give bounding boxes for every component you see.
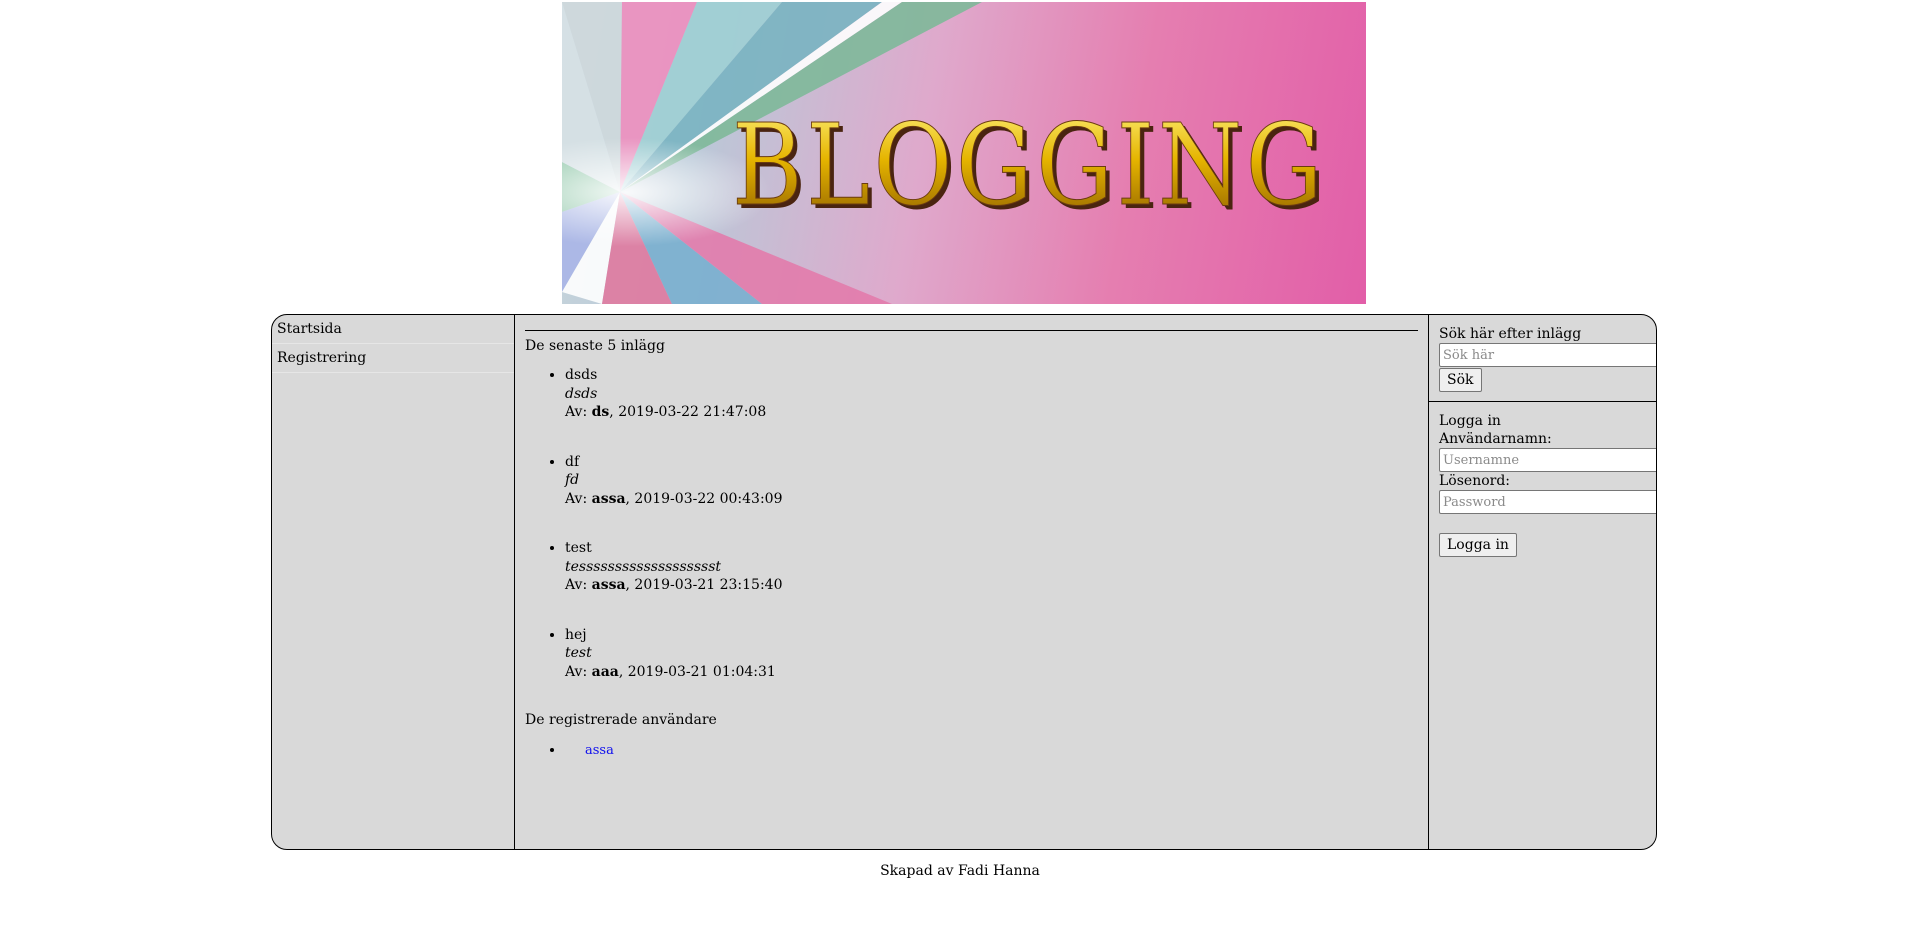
user-link[interactable]: assa: [585, 743, 614, 758]
post-author: assa: [591, 577, 626, 593]
password-input[interactable]: [1439, 490, 1656, 514]
login-spacer: [1439, 514, 1646, 532]
post-author: ds: [591, 404, 610, 420]
search-label: Sök här efter inlägg: [1439, 326, 1582, 342]
post-title: dsds: [565, 367, 598, 383]
footer-credit: Skapad av Fadi Hanna: [880, 863, 1040, 879]
blog-banner-image: BLOGGING BLOGGING: [562, 2, 1366, 304]
users-list: assa: [525, 740, 1418, 761]
post-date: , 2019-03-22 00:43:09: [625, 490, 783, 507]
page: BLOGGING BLOGGING Startsida Registrering…: [0, 0, 1920, 929]
post-item: hej test Av: aaa, 2019-03-21 01:04:31: [565, 626, 1418, 682]
post-title: df: [565, 453, 580, 470]
post-body: test: [565, 645, 592, 661]
login-title: Logga in: [1439, 413, 1501, 429]
post-author: aaa: [591, 663, 619, 680]
posts-list: dsds dsds Av: ds, 2019-03-22 21:47:08 df…: [525, 366, 1418, 681]
username-input[interactable]: [1439, 448, 1656, 472]
banner-title: BLOGGING: [732, 101, 1326, 231]
post-author: assa: [591, 490, 626, 507]
post-date: , 2019-03-21 23:15:40: [625, 577, 783, 593]
post-date: , 2019-03-21 01:04:31: [618, 663, 776, 680]
post-item: df fd Av: assa, 2019-03-22 00:43:09: [565, 453, 1418, 509]
content-divider: [525, 330, 1418, 331]
main-content: De senaste 5 inlägg dsds dsds Av: ds, 20…: [515, 315, 1429, 849]
main-container: Startsida Registrering De senaste 5 inlä…: [271, 314, 1657, 850]
post-by-prefix: Av:: [565, 490, 592, 507]
password-label: Lösenord:: [1439, 473, 1511, 489]
post-meta: Av: assa, 2019-03-22 00:43:09: [565, 490, 1418, 509]
nav-item-startsida[interactable]: Startsida: [272, 315, 514, 344]
search-input[interactable]: [1439, 343, 1656, 367]
post-by-prefix: Av:: [565, 404, 592, 420]
post-meta: Av: ds, 2019-03-22 21:47:08: [565, 403, 1418, 422]
post-body: tessssssssssssssssssst: [565, 558, 722, 575]
post-date: , 2019-03-22 21:47:08: [609, 404, 767, 420]
post-meta: Av: aaa, 2019-03-21 01:04:31: [565, 663, 1418, 682]
right-sidebar: Sök här efter inlägg Sök Logga in Använd…: [1429, 315, 1656, 849]
post-item: dsds dsds Av: ds, 2019-03-22 21:47:08: [565, 366, 1418, 422]
post-title: test: [565, 540, 592, 556]
post-by-prefix: Av:: [565, 663, 592, 680]
latest-posts-heading: De senaste 5 inlägg: [525, 338, 665, 354]
user-item: assa: [565, 740, 1418, 761]
login-button[interactable]: Logga in: [1439, 533, 1517, 557]
post-body: dsds: [565, 385, 598, 402]
search-box: Sök här efter inlägg Sök: [1429, 315, 1656, 402]
post-meta: Av: assa, 2019-03-21 23:15:40: [565, 576, 1418, 595]
post-item: test tessssssssssssssssssst Av: assa, 20…: [565, 539, 1418, 595]
post-body: fd: [565, 472, 580, 488]
nav-item-registrering[interactable]: Registrering: [272, 344, 514, 373]
post-title: hej: [565, 626, 587, 643]
registered-users-heading: De registrerade användare: [525, 712, 717, 728]
post-by-prefix: Av:: [565, 577, 592, 593]
username-label: Användarnamn:: [1439, 431, 1552, 447]
left-navigation: Startsida Registrering: [272, 315, 515, 849]
login-box: Logga in Användarnamn: Lösenord: Logga i…: [1429, 402, 1656, 565]
search-button[interactable]: Sök: [1439, 368, 1482, 392]
